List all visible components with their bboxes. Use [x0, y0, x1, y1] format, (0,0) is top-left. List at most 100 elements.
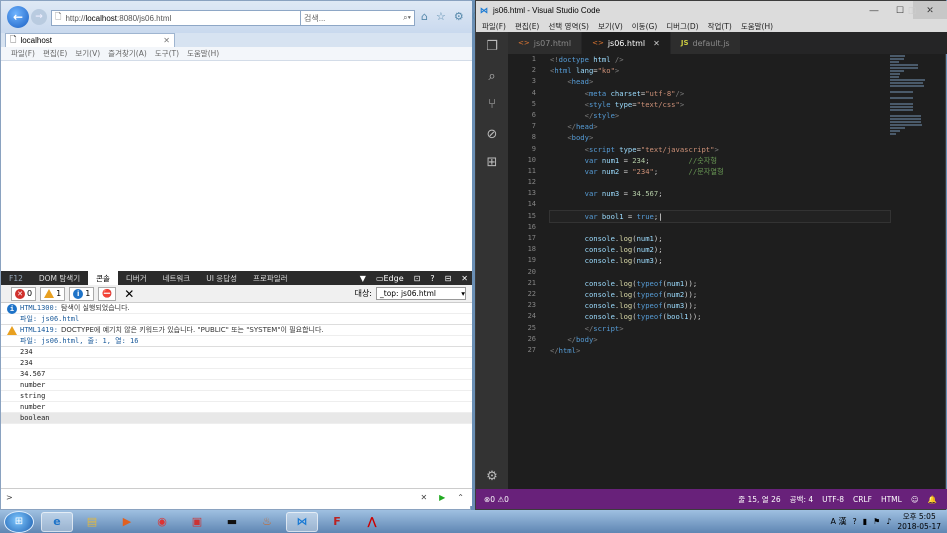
undock-icon[interactable]: ⊡: [414, 274, 421, 283]
devtools-tab[interactable]: 콘솔: [88, 271, 118, 285]
info-filter[interactable]: i1: [69, 286, 95, 301]
clear-on-navigate-button[interactable]: ⛔: [98, 286, 117, 301]
menu-item[interactable]: 도움말(H): [187, 48, 219, 59]
pin-icon[interactable]: ⊟: [445, 274, 452, 283]
media-player-taskbar-icon[interactable]: ▶: [111, 512, 143, 532]
more-actions-icon[interactable]: ···: [926, 6, 935, 16]
app-taskbar-icon[interactable]: ▣: [181, 512, 213, 532]
close-icon[interactable]: ✕: [163, 36, 170, 45]
line-number: 4: [531, 88, 536, 97]
volume-icon[interactable]: ♪: [886, 517, 891, 526]
console-input[interactable]: > ✕ ▶ ⌃: [1, 488, 472, 506]
target-selector: 대상: _top: js06.html ▾: [354, 287, 466, 300]
encoding[interactable]: UTF-8: [822, 495, 844, 504]
ie-tab-localhost[interactable]: 🗋 localhost ✕: [5, 33, 175, 47]
warning-filter[interactable]: 1: [40, 286, 66, 301]
ie-taskbar-icon[interactable]: e: [41, 511, 73, 532]
dropdown-icon[interactable]: ▼: [360, 274, 366, 283]
chrome-taskbar-icon[interactable]: ◉: [146, 512, 178, 532]
acrobat-taskbar-icon[interactable]: ⋀: [356, 512, 388, 532]
menu-item[interactable]: 도움말(H): [741, 21, 773, 32]
menu-item[interactable]: 선택 영역(S): [548, 21, 589, 32]
html-file-icon: <>: [518, 39, 530, 47]
menu-item[interactable]: 보기(V): [598, 21, 623, 32]
debug-icon[interactable]: ⊘: [484, 126, 500, 142]
language-mode[interactable]: HTML: [881, 495, 902, 504]
bell-icon[interactable]: 🔔: [928, 495, 937, 504]
console-log-row: 234: [1, 358, 472, 369]
cursor-position[interactable]: 줄 15, 열 26: [738, 494, 780, 505]
devtools-tab[interactable]: 네트워크: [155, 271, 199, 285]
cmd-taskbar-icon[interactable]: ▬: [216, 512, 248, 532]
menu-item[interactable]: 파일(F): [482, 21, 506, 32]
code-line: <style type="text/css">: [584, 99, 685, 109]
emulation-mode[interactable]: ▭Edge: [376, 274, 404, 283]
minimize-button[interactable]: —: [861, 1, 887, 19]
java-taskbar-icon[interactable]: ♨: [251, 512, 283, 532]
js-file-icon: JS: [680, 39, 689, 47]
clear-input-icon[interactable]: ✕: [420, 493, 427, 502]
minimap[interactable]: [890, 54, 946, 135]
split-editor-icon[interactable]: ◫: [908, 6, 917, 16]
close-icon[interactable]: ✕: [461, 274, 468, 283]
menu-item[interactable]: 도구(T): [155, 48, 179, 59]
code-line: </head>: [567, 122, 598, 132]
devtools-tab[interactable]: 디버거: [118, 271, 155, 285]
indentation[interactable]: 공백: 4: [790, 494, 813, 505]
error-filter[interactable]: ✕ 0: [11, 286, 37, 301]
search-icon[interactable]: ⌕: [484, 68, 500, 84]
editor-tab[interactable]: JS default.js: [670, 32, 741, 54]
menu-item[interactable]: 이동(G): [632, 21, 657, 32]
editor-tab[interactable]: <> js06.html ✕: [582, 32, 671, 54]
filezilla-taskbar-icon[interactable]: F: [321, 512, 353, 532]
vscode-taskbar-icon[interactable]: ⋈: [286, 511, 318, 532]
menu-item[interactable]: 편집(E): [515, 21, 539, 32]
home-icon[interactable]: ⌂: [421, 10, 428, 23]
help-icon[interactable]: ?: [852, 517, 856, 526]
help-icon[interactable]: ?: [430, 274, 434, 283]
favorites-icon[interactable]: ☆: [436, 10, 446, 23]
extensions-icon[interactable]: ⊞: [484, 154, 500, 170]
search-icon[interactable]: ⌕▾: [403, 13, 411, 23]
target-dropdown[interactable]: _top: js06.html ▾: [376, 287, 466, 300]
clock[interactable]: 오후 5:05 2018-05-17: [897, 512, 941, 532]
message-source[interactable]: 파일: js06.html, 줄: 1, 열: 16: [1, 336, 472, 347]
clear-console-button[interactable]: ✕: [124, 287, 134, 301]
menu-item[interactable]: 편집(E): [43, 48, 67, 59]
problems-indicator[interactable]: ⊗0 ⚠0: [484, 495, 509, 504]
explorer-taskbar-icon[interactable]: ▤: [76, 512, 108, 532]
menu-item[interactable]: 즐겨찾기(A): [108, 48, 147, 59]
devtools-tab[interactable]: 프로파일러: [245, 271, 296, 285]
close-icon[interactable]: ✕: [653, 39, 660, 48]
line-number: 5: [531, 99, 536, 108]
back-button[interactable]: ←: [7, 6, 29, 28]
feedback-icon[interactable]: ☺: [911, 495, 919, 504]
devtools-tab[interactable]: UI 응답성: [198, 271, 245, 285]
source-control-icon[interactable]: ⑂: [484, 96, 500, 112]
search-box[interactable]: 검색... ⌕▾: [300, 10, 415, 26]
devtools-tab[interactable]: F12: [1, 271, 31, 285]
gear-icon[interactable]: ⚙: [484, 468, 500, 484]
line-ending[interactable]: CRLF: [853, 495, 872, 504]
flag-icon[interactable]: ⚑: [873, 517, 880, 526]
line-number: 14: [527, 200, 536, 209]
console-log-row: number: [1, 380, 472, 391]
network-icon[interactable]: ▮: [863, 517, 867, 526]
menu-item[interactable]: 파일(F): [11, 48, 35, 59]
menu-item[interactable]: 디버그(D): [666, 21, 698, 32]
devtools-tab[interactable]: DOM 탐색기: [31, 271, 88, 285]
settings-icon[interactable]: ⚙: [454, 10, 464, 23]
editor-tab[interactable]: <> js07.html: [508, 32, 583, 54]
menu-item[interactable]: 보기(V): [75, 48, 100, 59]
menu-item[interactable]: 작업(T): [708, 21, 732, 32]
run-icon[interactable]: ▶: [439, 493, 445, 502]
explorer-icon[interactable]: ❐: [484, 38, 500, 54]
code-line: console.log(typeof(bool1));: [584, 312, 702, 322]
ime-indicator[interactable]: A 漢: [830, 516, 846, 527]
code-line: <meta charset="utf-8"/>: [584, 88, 685, 98]
code-editor[interactable]: <!doctype html /> <html lang="ko"> <head>…: [549, 54, 891, 489]
expand-icon[interactable]: ⌃: [457, 493, 464, 502]
start-button[interactable]: ⊞: [4, 510, 34, 533]
message-source[interactable]: 파일: js06.html: [1, 314, 472, 325]
forward-button[interactable]: →: [31, 9, 47, 25]
